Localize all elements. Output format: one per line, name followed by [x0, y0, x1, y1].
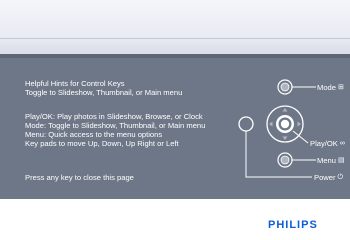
power-icon: ⏻ [337, 174, 344, 181]
right-arrow-icon[interactable] [297, 121, 302, 127]
brand-logo: PHILIPS [268, 219, 318, 231]
control-keys-diagram [238, 79, 316, 178]
left-arrow-icon[interactable] [269, 121, 273, 127]
menu-label-text: Menu [317, 156, 336, 165]
play-ok-button[interactable] [276, 115, 294, 133]
play-ok-label-text: Play/OK [310, 139, 338, 148]
up-arrow-icon[interactable] [282, 108, 288, 112]
mode-label-text: Mode [317, 83, 336, 92]
power-label: Power ⏻ [314, 173, 343, 182]
power-label-text: Power [314, 173, 336, 182]
play-ok-label: Play/OK ∞ [310, 139, 345, 148]
menu-icon: ▤ [338, 157, 345, 164]
mode-button[interactable] [277, 79, 293, 95]
down-arrow-icon[interactable] [282, 136, 288, 141]
mode-label: Mode ⊞ [317, 83, 344, 92]
menu-label: Menu ▤ [317, 156, 345, 165]
power-button[interactable] [238, 116, 254, 132]
mode-icon: ⊞ [338, 84, 344, 91]
play-ok-icon: ∞ [339, 140, 345, 147]
menu-button[interactable] [277, 152, 293, 168]
